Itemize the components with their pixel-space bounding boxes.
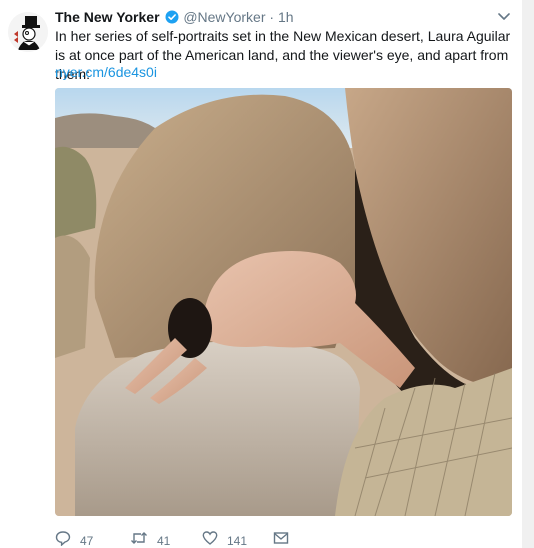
chevron-down-icon[interactable] bbox=[496, 10, 512, 24]
like-button[interactable]: 141 bbox=[202, 528, 247, 548]
retweet-icon bbox=[131, 532, 147, 544]
separator-dot: · bbox=[269, 9, 275, 25]
reply-count: 47 bbox=[80, 534, 94, 548]
heart-icon bbox=[202, 531, 218, 545]
display-name[interactable]: The New Yorker bbox=[55, 9, 160, 25]
envelope-icon bbox=[273, 532, 289, 544]
avatar-illustration bbox=[8, 12, 48, 52]
like-count: 141 bbox=[227, 534, 248, 548]
tweet-link[interactable]: nyer.cm/6de4s0i bbox=[55, 63, 157, 82]
user-handle[interactable]: @NewYorker bbox=[183, 9, 265, 25]
retweet-button[interactable]: 41 bbox=[130, 528, 170, 548]
reply-icon bbox=[55, 531, 71, 546]
tweet-actions: 47 41 141 bbox=[55, 528, 475, 548]
desert-photo bbox=[55, 88, 512, 516]
avatar[interactable] bbox=[8, 12, 48, 52]
reply-button[interactable]: 47 bbox=[55, 528, 93, 548]
retweet-count: 41 bbox=[157, 534, 171, 548]
timestamp[interactable]: 1h bbox=[278, 9, 294, 25]
tweet-header: The New Yorker @NewYorker · 1h bbox=[55, 8, 294, 28]
scrollbar[interactable] bbox=[522, 0, 534, 548]
tweet-card[interactable]: The New Yorker @NewYorker · 1h In her se… bbox=[0, 0, 522, 548]
direct-message-button[interactable] bbox=[273, 528, 298, 548]
tweet-media-image[interactable] bbox=[55, 88, 512, 516]
verified-badge-icon bbox=[165, 10, 179, 28]
